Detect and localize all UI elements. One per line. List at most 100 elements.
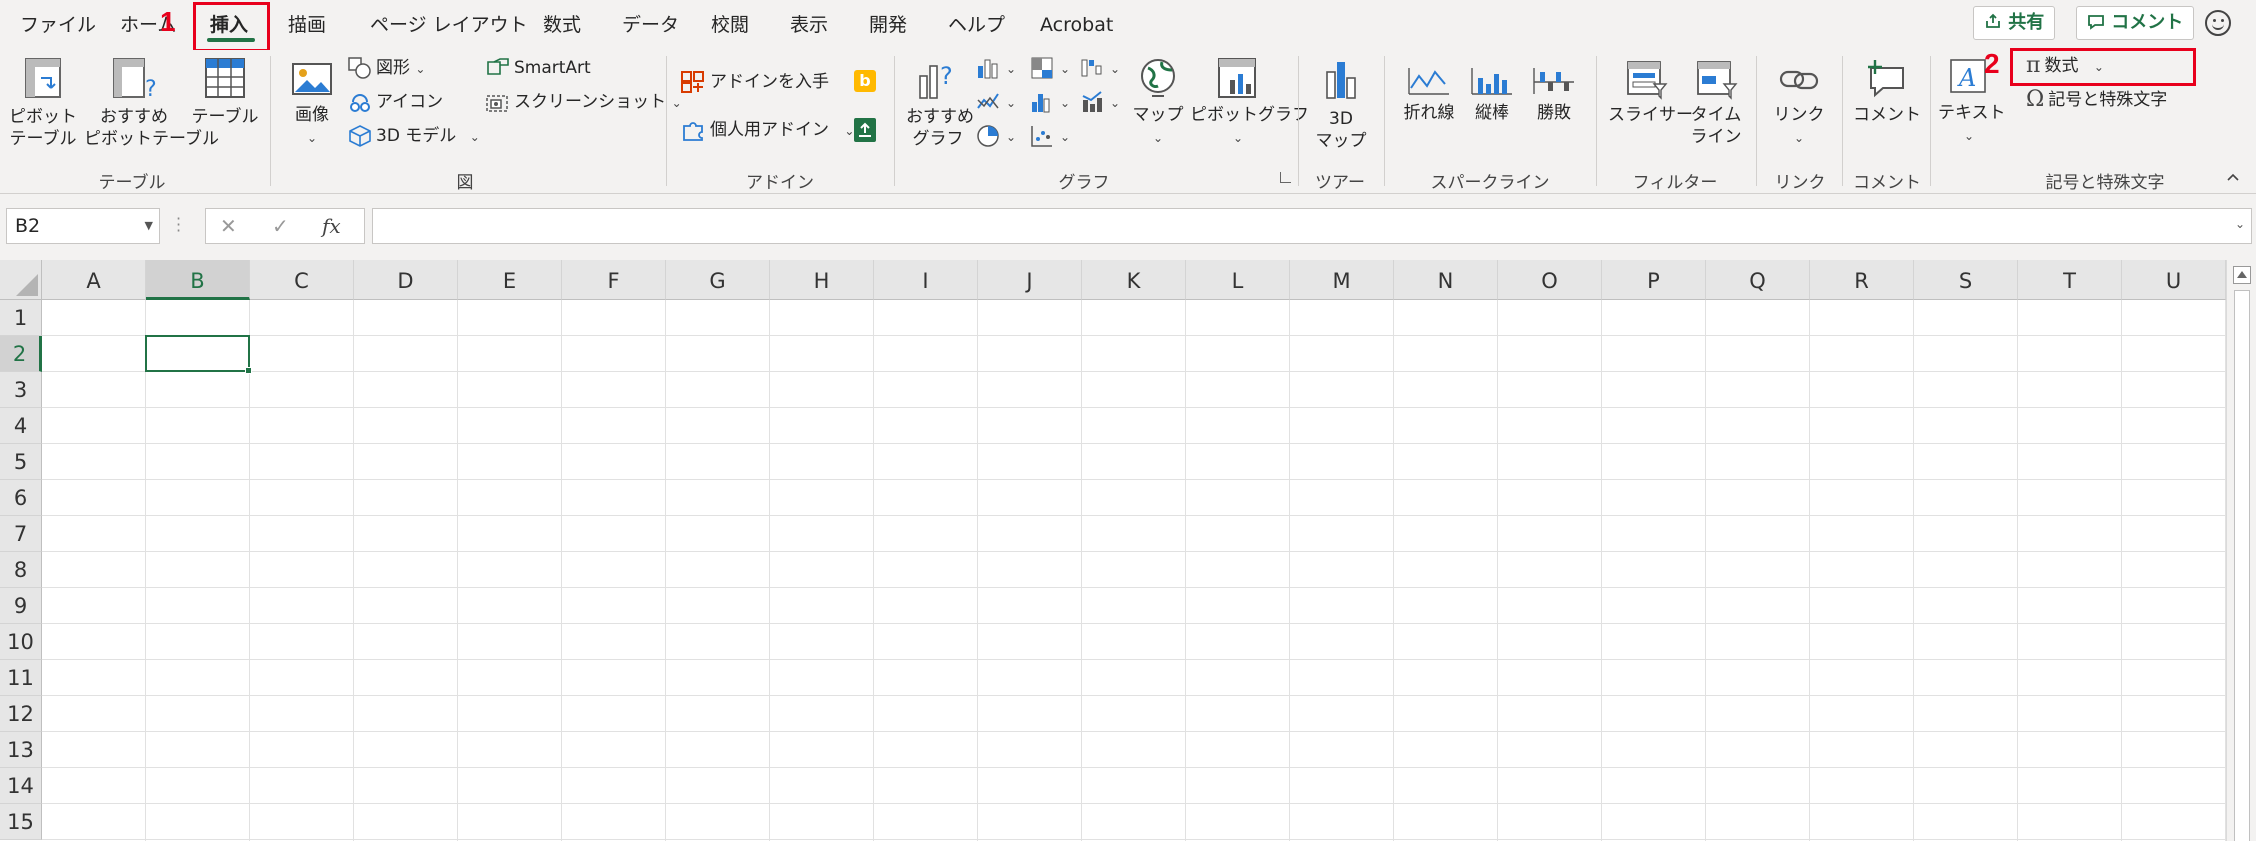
people-graph-icon[interactable] xyxy=(854,118,876,142)
row-header-10[interactable]: 10 xyxy=(0,624,42,660)
3d-map-button[interactable]: 3D マップ xyxy=(1310,58,1372,152)
hierarchy-chart-button[interactable]: ⌄ xyxy=(1030,56,1070,81)
symbol-button[interactable]: Ω 記号と特殊文字 xyxy=(2026,88,2167,112)
row-header-4[interactable]: 4 xyxy=(0,408,42,444)
combo-chart-button[interactable]: ⌄ xyxy=(1080,90,1120,115)
fill-handle[interactable] xyxy=(245,367,252,374)
enter-check-icon[interactable]: ✓ xyxy=(272,209,289,243)
tab-data[interactable]: データ xyxy=(622,10,679,40)
column-header-r[interactable]: R xyxy=(1810,260,1914,300)
column-header-o[interactable]: O xyxy=(1498,260,1602,300)
smartart-button[interactable]: SmartArt xyxy=(486,56,591,80)
screenshot-button[interactable]: スクリーンショット ⌄ xyxy=(486,90,682,115)
3d-models-button[interactable]: 3D モデル ⌄ xyxy=(348,124,480,149)
column-header-t[interactable]: T xyxy=(2018,260,2122,300)
column-header-p[interactable]: P xyxy=(1602,260,1706,300)
tab-view[interactable]: 表示 xyxy=(790,10,828,40)
row-header-7[interactable]: 7 xyxy=(0,516,42,552)
scrollbar-thumb[interactable] xyxy=(2234,290,2250,841)
cancel-icon[interactable]: ✕ xyxy=(220,209,237,243)
worksheet-grid[interactable]: ABCDEFGHIJKLMNOPQRSTU 1 2 3 4 5 6 7 8 9 10 11 12 13 1… xyxy=(0,260,2256,841)
waterfall-chart-button[interactable]: ⌄ xyxy=(1080,56,1120,81)
pivot-table-button[interactable]: ピボット テーブル xyxy=(8,56,78,150)
column-header-n[interactable]: N xyxy=(1394,260,1498,300)
column-header-c[interactable]: C xyxy=(250,260,354,300)
row-header-5[interactable]: 5 xyxy=(0,444,42,480)
vertical-scrollbar[interactable] xyxy=(2226,260,2256,841)
tab-file[interactable]: ファイル xyxy=(20,10,96,40)
slicer-button[interactable]: スライサー xyxy=(1608,58,1693,126)
tab-review[interactable]: 校閲 xyxy=(711,10,749,40)
column-chart-button[interactable]: ⌄ xyxy=(976,56,1016,81)
insert-comment-button[interactable]: コメント xyxy=(1852,58,1922,126)
sparkline-column-button[interactable]: 縦棒 xyxy=(1464,64,1520,124)
column-header-s[interactable]: S xyxy=(1914,260,2018,300)
tab-developer[interactable]: 開発 xyxy=(869,10,907,40)
row-header-6[interactable]: 6 xyxy=(0,480,42,516)
recommended-pivot-table-button[interactable]: ? おすすめ ピボットテーブル xyxy=(84,56,219,150)
charts-dialog-launcher-icon[interactable] xyxy=(1280,172,1291,183)
row-header-1[interactable]: 1 xyxy=(0,300,42,336)
feedback-smiley-icon[interactable] xyxy=(2205,10,2231,36)
column-header-j[interactable]: J xyxy=(978,260,1082,300)
scatter-chart-icon xyxy=(1031,126,1052,147)
column-header-g[interactable]: G xyxy=(666,260,770,300)
pivot-chart-button[interactable]: ピボットグラフ ⌄ xyxy=(1190,56,1309,149)
column-header-i[interactable]: I xyxy=(874,260,978,300)
column-header-h[interactable]: H xyxy=(770,260,874,300)
column-header-k[interactable]: K xyxy=(1082,260,1186,300)
tab-help[interactable]: ヘルプ xyxy=(948,10,1005,40)
comments-button[interactable]: コメント xyxy=(2076,6,2195,40)
sparkline-line-button[interactable]: 折れ線 xyxy=(1396,64,1462,124)
pie-chart-button[interactable]: ⌄ xyxy=(976,124,1016,149)
omega-symbol-icon: Ω xyxy=(2026,87,2045,112)
scroll-up-icon[interactable] xyxy=(2233,266,2251,284)
share-button[interactable]: 共有 xyxy=(1973,6,2056,40)
tab-draw[interactable]: 描画 xyxy=(288,10,326,40)
row-header-12[interactable]: 12 xyxy=(0,696,42,732)
row-header-9[interactable]: 9 xyxy=(0,588,42,624)
column-header-m[interactable]: M xyxy=(1290,260,1394,300)
bing-maps-icon[interactable]: b xyxy=(854,70,876,92)
image-button[interactable]: 画像 ⌄ xyxy=(284,60,340,149)
link-button[interactable]: リンク ⌄ xyxy=(1768,60,1830,149)
icons-button[interactable]: アイコン xyxy=(348,90,443,114)
expand-formula-bar-icon[interactable]: ⌄ xyxy=(2235,217,2245,231)
formula-bar-grip-icon[interactable]: · · · xyxy=(176,211,181,239)
column-header-l[interactable]: L xyxy=(1186,260,1290,300)
column-header-q[interactable]: Q xyxy=(1706,260,1810,300)
column-header-u[interactable]: U xyxy=(2122,260,2226,300)
scatter-chart-button[interactable]: ⌄ xyxy=(1030,124,1070,149)
column-header-d[interactable]: D xyxy=(354,260,458,300)
tab-page-layout[interactable]: ページ レイアウト xyxy=(370,10,528,40)
statistic-chart-button[interactable]: ⌄ xyxy=(1030,90,1070,115)
shapes-button[interactable]: 図形 ⌄ xyxy=(348,56,425,81)
line-chart-button[interactable]: ⌄ xyxy=(976,90,1016,115)
select-all-button[interactable] xyxy=(0,260,42,300)
tab-formulas[interactable]: 数式 xyxy=(543,10,581,40)
get-addins-button[interactable]: アドインを入手 xyxy=(680,70,829,94)
formula-input[interactable]: ⌄ xyxy=(372,208,2252,244)
active-cell[interactable] xyxy=(145,335,250,372)
column-header-e[interactable]: E xyxy=(458,260,562,300)
row-header-2[interactable]: 2 xyxy=(0,336,42,372)
row-header-11[interactable]: 11 xyxy=(0,660,42,696)
row-header-14[interactable]: 14 xyxy=(0,768,42,804)
recommended-charts-button[interactable]: ? おすすめ グラフ xyxy=(906,58,974,150)
maps-button[interactable]: マップ ⌄ xyxy=(1132,56,1184,149)
my-addins-button[interactable]: 個人用アドイン ⌄ xyxy=(680,118,854,143)
row-header-3[interactable]: 3 xyxy=(0,372,42,408)
name-box[interactable]: B2 ▼ xyxy=(6,208,160,244)
column-header-a[interactable]: A xyxy=(42,260,146,300)
table-button[interactable]: テーブル xyxy=(190,56,260,128)
tab-acrobat[interactable]: Acrobat xyxy=(1040,10,1113,40)
column-header-b[interactable]: B xyxy=(146,260,250,300)
row-header-8[interactable]: 8 xyxy=(0,552,42,588)
row-header-15[interactable]: 15 xyxy=(0,804,42,840)
timeline-button[interactable]: タイム ライン xyxy=(1690,58,1742,148)
collapse-ribbon-icon[interactable] xyxy=(2226,170,2240,184)
row-header-13[interactable]: 13 xyxy=(0,732,42,768)
sparkline-winloss-button[interactable]: 勝敗 xyxy=(1524,64,1584,124)
insert-function-icon[interactable]: fx xyxy=(322,209,341,243)
column-header-f[interactable]: F xyxy=(562,260,666,300)
